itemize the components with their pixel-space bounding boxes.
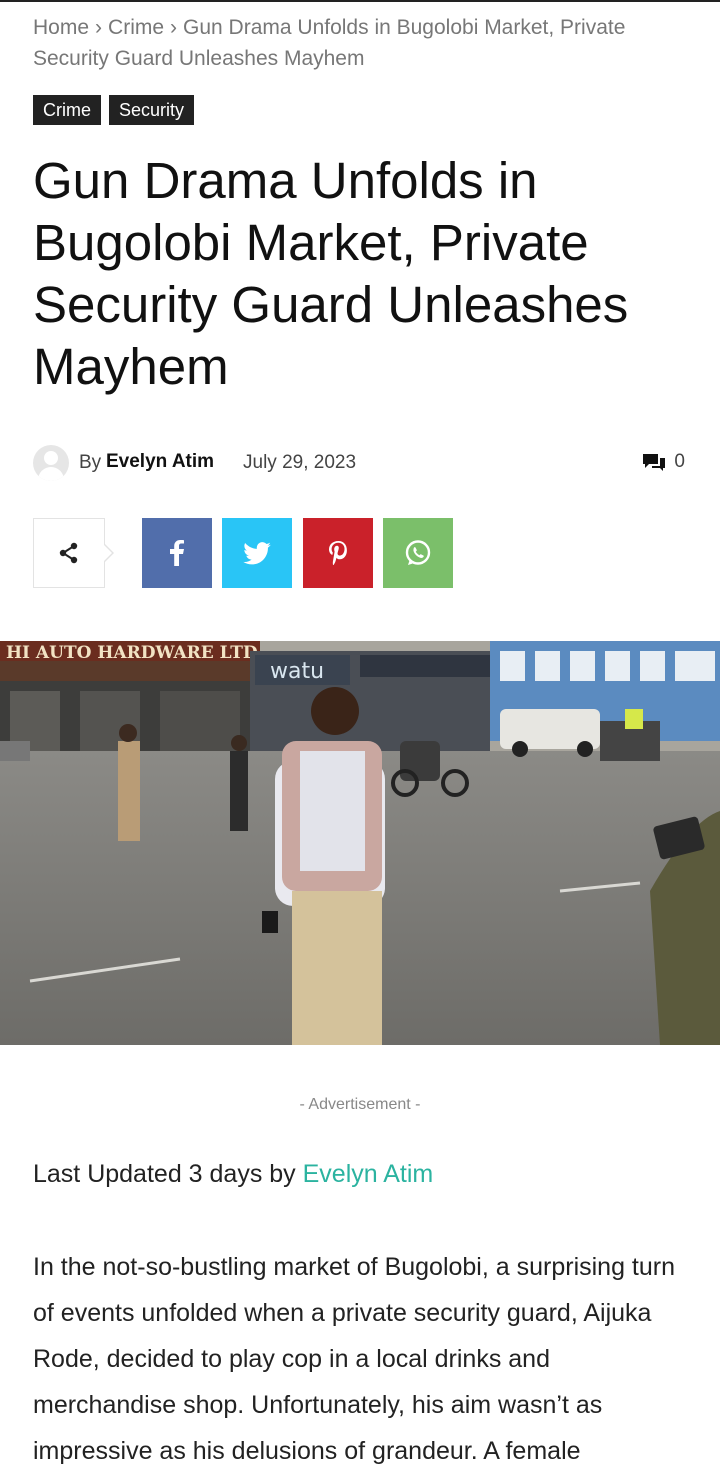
author-avatar[interactable]	[33, 445, 69, 481]
facebook-icon	[170, 540, 184, 566]
category-tags: Crime Security	[33, 95, 195, 125]
breadcrumb-separator: ›	[95, 16, 103, 39]
brand-sign-text: watu	[270, 659, 324, 684]
last-updated-prefix: Last Updated 3 days by	[33, 1160, 296, 1188]
whatsapp-share-button[interactable]	[383, 518, 453, 588]
share-toggle-button[interactable]	[33, 518, 114, 588]
author-link[interactable]: Evelyn Atim	[106, 451, 214, 473]
avatar-icon-body	[38, 467, 64, 481]
twitter-icon	[243, 541, 271, 564]
tag-crime[interactable]: Crime	[33, 95, 101, 125]
shop-sign-text: HI AUTO HARDWARE LTD	[6, 643, 258, 663]
publish-date: July 29, 2023	[243, 452, 357, 473]
article-body-paragraph: In the not-so-bustling market of Bugolob…	[33, 1253, 676, 1465]
pinterest-share-button[interactable]	[303, 518, 373, 588]
breadcrumb-separator: ›	[170, 16, 178, 39]
facebook-share-button[interactable]	[142, 518, 212, 588]
article-meta: By Evelyn Atim July 29, 2023 0	[33, 445, 685, 483]
updated-author-link[interactable]: Evelyn Atim	[303, 1160, 434, 1188]
article-title: Gun Drama Unfolds in Bugolobi Market, Pr…	[33, 152, 629, 395]
comments-link[interactable]: 0	[642, 451, 685, 473]
by-label: By	[79, 452, 102, 473]
share-icon	[59, 542, 78, 564]
comment-icon	[643, 454, 666, 471]
twitter-share-button[interactable]	[222, 518, 292, 588]
breadcrumb-category[interactable]: Crime	[108, 16, 164, 39]
featured-photo-illustration: HI AUTO HARDWARE LTD watu	[0, 641, 720, 1045]
share-toggle-arrow	[103, 543, 114, 563]
advertisement-label: - Advertisement -	[299, 1096, 421, 1113]
comment-count: 0	[674, 451, 685, 472]
whatsapp-icon	[405, 540, 431, 565]
article-featured-image[interactable]: HI AUTO HARDWARE LTD watu	[0, 641, 720, 1045]
avatar-icon	[44, 451, 58, 465]
pinterest-icon	[329, 541, 347, 565]
breadcrumb-home[interactable]: Home	[33, 16, 89, 39]
tag-security[interactable]: Security	[109, 95, 195, 125]
top-border	[0, 0, 720, 2]
last-updated: Last Updated 3 days by Evelyn Atim	[33, 1160, 433, 1189]
breadcrumb: Home › Crime › Gun Drama Unfolds in Bugolobi…	[33, 12, 693, 74]
